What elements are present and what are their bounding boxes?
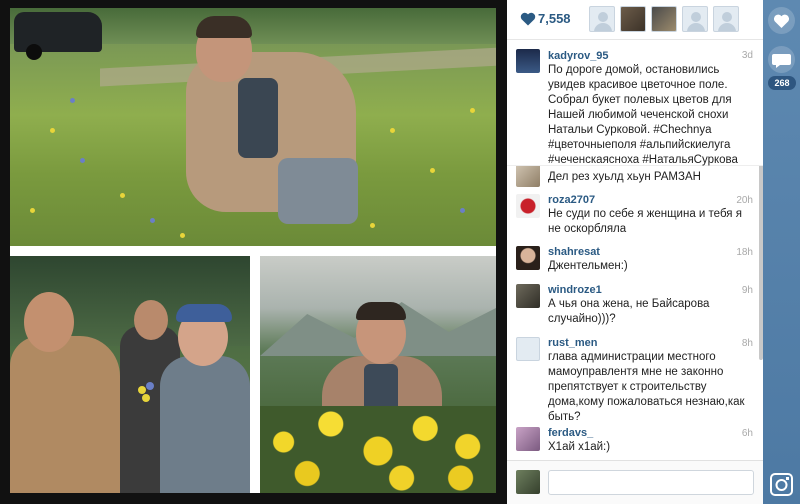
flower (180, 233, 185, 238)
comment-time: 8h (741, 338, 753, 349)
photo-person-jeans (278, 158, 358, 224)
comment-text: Дел рез хуьлд хьун РАМЗАН (548, 171, 701, 183)
comment-text: Джентельмен:) (548, 260, 628, 272)
flower (370, 223, 375, 228)
bouquet (142, 394, 150, 402)
comment-bar (507, 460, 763, 504)
photo-person-shirt (238, 78, 278, 158)
photo-person-hair (356, 302, 406, 320)
bouquet (146, 382, 154, 390)
heart-icon (773, 14, 790, 28)
comment-username[interactable]: shahresat (548, 246, 600, 258)
liker-avatar[interactable] (713, 6, 739, 32)
heart-icon[interactable] (520, 12, 536, 26)
photo-meadow (10, 8, 496, 246)
instagram-camera-icon[interactable] (770, 473, 793, 496)
flower (460, 208, 465, 213)
caption-text: По дороге домой, остановились увидев кра… (548, 64, 738, 166)
commenter-avatar[interactable] (516, 194, 540, 218)
photo-person-left-jacket (10, 336, 120, 493)
post-sidebar: 7,558 kadyrov_95 3d По дороге домой, ост… (507, 0, 763, 504)
liker-avatar[interactable] (682, 6, 708, 32)
liker-avatar[interactable] (651, 6, 677, 32)
like-button[interactable] (768, 7, 795, 34)
photo-person-left-head (24, 292, 74, 352)
photo-person-right-jacket (160, 356, 250, 493)
photo-bandana (176, 304, 232, 322)
comments-count: 268 (768, 76, 796, 90)
bouquet (138, 386, 146, 394)
comment-time: 18h (736, 247, 753, 258)
commenter-avatar[interactable] (516, 427, 540, 451)
comment-time: 9h (741, 285, 753, 296)
flower (390, 128, 395, 133)
photo-person-middle-head (134, 300, 168, 340)
comment-username[interactable]: roza2707 (548, 194, 595, 206)
flower (430, 168, 435, 173)
commenter-avatar[interactable] (516, 246, 540, 270)
flower (80, 158, 85, 163)
photo-frame (0, 0, 507, 504)
flower (50, 128, 55, 133)
comment-text: Не суди по себе я женщина и тебя я не ос… (548, 208, 742, 235)
photo-yellow-flowers (260, 406, 496, 493)
comment-username[interactable]: windroze1 (548, 284, 602, 296)
action-rail: 268 (763, 0, 800, 504)
speech-bubble-icon (772, 54, 791, 68)
comment-time: 20h (736, 195, 753, 206)
commenter-avatar[interactable] (516, 284, 540, 308)
caption-time: 3d (741, 50, 753, 61)
comments-list[interactable]: kadyrov_95 3d По дороге домой, остановил… (507, 41, 763, 457)
comment-text: Х1ай х1ай:) (548, 441, 611, 453)
author-username[interactable]: kadyrov_95 (548, 50, 609, 62)
likes-count[interactable]: 7,558 (538, 11, 571, 26)
comment-text: А чья она жена, не Байсарова случайно)))… (548, 298, 710, 325)
current-user-avatar (516, 470, 540, 494)
flower (30, 208, 35, 213)
comment-username[interactable]: ferdavs_ (548, 427, 593, 439)
author-avatar[interactable] (516, 49, 540, 73)
photo-person-hair (196, 16, 252, 38)
photo-group (10, 256, 250, 493)
liker-avatar[interactable] (620, 6, 646, 32)
flower (150, 218, 155, 223)
comment-button[interactable] (768, 46, 795, 73)
photo-car-wheel (26, 44, 42, 60)
flower (120, 193, 125, 198)
photo-portrait (260, 256, 496, 493)
likes-bar: 7,558 (507, 0, 763, 40)
comment-input[interactable] (548, 470, 754, 495)
post-photo[interactable] (10, 8, 496, 493)
commenter-avatar[interactable] (516, 337, 540, 361)
comment-time: 6h (741, 428, 753, 439)
comment-text: глава администрации местного мамоуправле… (548, 351, 745, 423)
comment-username[interactable]: rust_men (548, 337, 598, 349)
post-caption: kadyrov_95 3d По дороге домой, остановил… (507, 41, 763, 166)
commenter-avatar[interactable] (516, 163, 540, 187)
liker-avatar[interactable] (589, 6, 615, 32)
flower (70, 98, 75, 103)
flower (470, 108, 475, 113)
